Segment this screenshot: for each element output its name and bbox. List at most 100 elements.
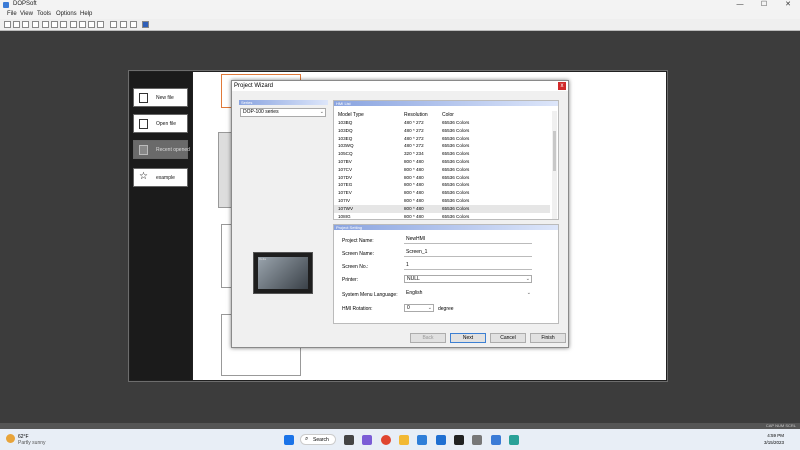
recent-file-thumb[interactable]: [218, 132, 232, 208]
recent-opened-button[interactable]: Recent opened: [133, 140, 190, 159]
hmi-preview-logo: Delta: [259, 257, 267, 261]
app-icon[interactable]: [436, 435, 446, 445]
menu-view[interactable]: View: [20, 11, 33, 17]
zoom-out-icon[interactable]: [97, 21, 104, 28]
save-icon[interactable]: [22, 21, 29, 28]
chat-icon[interactable]: [362, 435, 372, 445]
language-label: System Menu Language:: [342, 292, 398, 298]
start-icon[interactable]: [284, 435, 294, 445]
hmi-list-row[interactable]: 107EV 800 * 480 65536 Colors: [334, 189, 550, 197]
project-name-input[interactable]: NewHMI: [404, 236, 532, 244]
info-icon[interactable]: [142, 21, 149, 28]
hmi-list-row[interactable]: 103WQ 480 * 272 65536 Colors: [334, 142, 550, 150]
hmi-list-cell-color: 65536 Colors: [442, 127, 470, 133]
hmi-list-cell-resolution: 480 * 272: [404, 127, 424, 133]
taskbar: 62°F Partly sunny ⌕ Search 4:59 PM 3/15/…: [0, 429, 800, 450]
download-icon[interactable]: [120, 21, 127, 28]
print-icon[interactable]: [32, 21, 39, 28]
copy-icon[interactable]: [51, 21, 58, 28]
hmi-list-row[interactable]: 107IV 800 * 480 65536 Colors: [334, 197, 550, 205]
next-button[interactable]: Next: [450, 333, 486, 343]
taskbar-search[interactable]: ⌕ Search: [300, 434, 336, 445]
dopsoft-taskbar-icon[interactable]: [491, 435, 501, 445]
cut-icon[interactable]: [42, 21, 49, 28]
hmi-list-row[interactable]: 107BV 800 * 480 65536 Colors: [334, 158, 550, 166]
hmi-list-row[interactable]: 107WV 800 * 480 65536 Colors: [334, 204, 550, 213]
redo-icon[interactable]: [79, 21, 86, 28]
hmi-list-row[interactable]: 107CV 800 * 480 65536 Colors: [334, 166, 550, 174]
zoom-in-icon[interactable]: [88, 21, 95, 28]
series-value: DOP-100 series: [243, 109, 279, 115]
series-select[interactable]: DOP-100 series ⌄: [240, 108, 326, 117]
hmi-list-row[interactable]: 103BQ 480 * 272 65536 Colors: [334, 119, 550, 127]
hmi-list-cell-model: 103EQ: [338, 135, 353, 141]
example-button[interactable]: ☆ example: [133, 168, 188, 187]
simulate-icon[interactable]: [130, 21, 137, 28]
chrome-icon[interactable]: [381, 435, 391, 445]
chevron-down-icon: ⌄: [427, 305, 432, 311]
example-label: example: [156, 175, 175, 181]
menu-tools[interactable]: Tools: [37, 11, 51, 17]
finish-button[interactable]: Finish: [530, 333, 566, 343]
close-button[interactable]: ✕: [776, 0, 800, 10]
hmi-list-cell-model: 105CQ: [338, 151, 353, 157]
chevron-down-icon: ⌄: [526, 290, 531, 296]
hmi-list-cell-model: 107EV: [338, 190, 352, 196]
dialog-title-bar: Project Wizard x: [232, 81, 568, 91]
printer-select[interactable]: NULL ⌄: [404, 275, 532, 283]
screen-no-label: Screen No.:: [342, 264, 369, 270]
scrollbar-thumb[interactable]: [553, 131, 556, 171]
star-icon: ☆: [139, 171, 148, 182]
hmi-list-row[interactable]: 107EG 800 * 480 65536 Colors: [334, 181, 550, 189]
search-icon: ⌕: [305, 436, 309, 442]
language-select[interactable]: English ⌄: [404, 290, 532, 298]
new-file-icon: [139, 93, 148, 103]
maximize-button[interactable]: ☐: [752, 0, 776, 10]
new-icon[interactable]: [4, 21, 11, 28]
menu-file[interactable]: File: [7, 11, 17, 17]
hmi-list-cell-color: 65536 Colors: [442, 205, 470, 211]
back-button[interactable]: Back: [410, 333, 446, 343]
toolbar: [0, 19, 800, 31]
hmi-list-row[interactable]: 105CQ 320 * 234 65536 Colors: [334, 150, 550, 158]
minimize-button[interactable]: —: [728, 0, 752, 10]
menu-options[interactable]: Options: [56, 11, 77, 17]
app-icon[interactable]: [417, 435, 427, 445]
task-view-icon[interactable]: [344, 435, 354, 445]
file-explorer-icon[interactable]: [399, 435, 409, 445]
hmi-list-cell-color: 65536 Colors: [442, 213, 470, 219]
cancel-button[interactable]: Cancel: [490, 333, 526, 343]
app-icon[interactable]: [472, 435, 482, 445]
chevron-down-icon: ⌄: [525, 276, 530, 282]
hmi-preview-image: Delta: [253, 252, 313, 294]
printer-label: Printer:: [342, 277, 359, 283]
new-file-label: New file: [156, 95, 174, 101]
hmi-list-row[interactable]: 107DV 800 * 480 65536 Colors: [334, 174, 550, 182]
rotation-select[interactable]: 0 ⌄: [404, 304, 434, 312]
open-icon[interactable]: [13, 21, 20, 28]
hmi-list-header: HMI List: [334, 101, 558, 106]
dialog-title: Project Wizard: [234, 83, 274, 89]
hmi-list-cell-model: 107EG: [338, 182, 353, 188]
open-file-button[interactable]: Open file: [133, 114, 188, 133]
screen-name-input[interactable]: Screen_1: [404, 249, 532, 257]
terminal-icon[interactable]: [454, 435, 464, 445]
hmi-list-cell-color: 65536 Colors: [442, 151, 470, 157]
paste-icon[interactable]: [60, 21, 67, 28]
clock-date: 3/15/2023: [763, 440, 784, 445]
hmi-list-row[interactable]: 103EQ 480 * 272 65536 Colors: [334, 135, 550, 143]
hmi-list-row[interactable]: 103DQ 480 * 272 65536 Colors: [334, 127, 550, 135]
compile-icon[interactable]: [110, 21, 117, 28]
dialog-close-button[interactable]: x: [558, 82, 566, 90]
hmi-list-cell-color: 65536 Colors: [442, 182, 470, 188]
hmi-list-scrollbar[interactable]: [552, 111, 557, 219]
hmi-list-row[interactable]: 108IG 800 * 480 65536 Colors: [334, 213, 550, 219]
screen-no-input[interactable]: 1: [404, 262, 532, 270]
hmi-list-cell-resolution: 480 * 272: [404, 120, 424, 125]
hmi-list-cell-model: 107BV: [338, 159, 352, 164]
menu-help[interactable]: Help: [80, 11, 92, 17]
undo-icon[interactable]: [70, 21, 77, 28]
weather-icon: [6, 434, 15, 443]
app-icon[interactable]: [509, 435, 519, 445]
new-file-button[interactable]: New file: [133, 88, 188, 107]
